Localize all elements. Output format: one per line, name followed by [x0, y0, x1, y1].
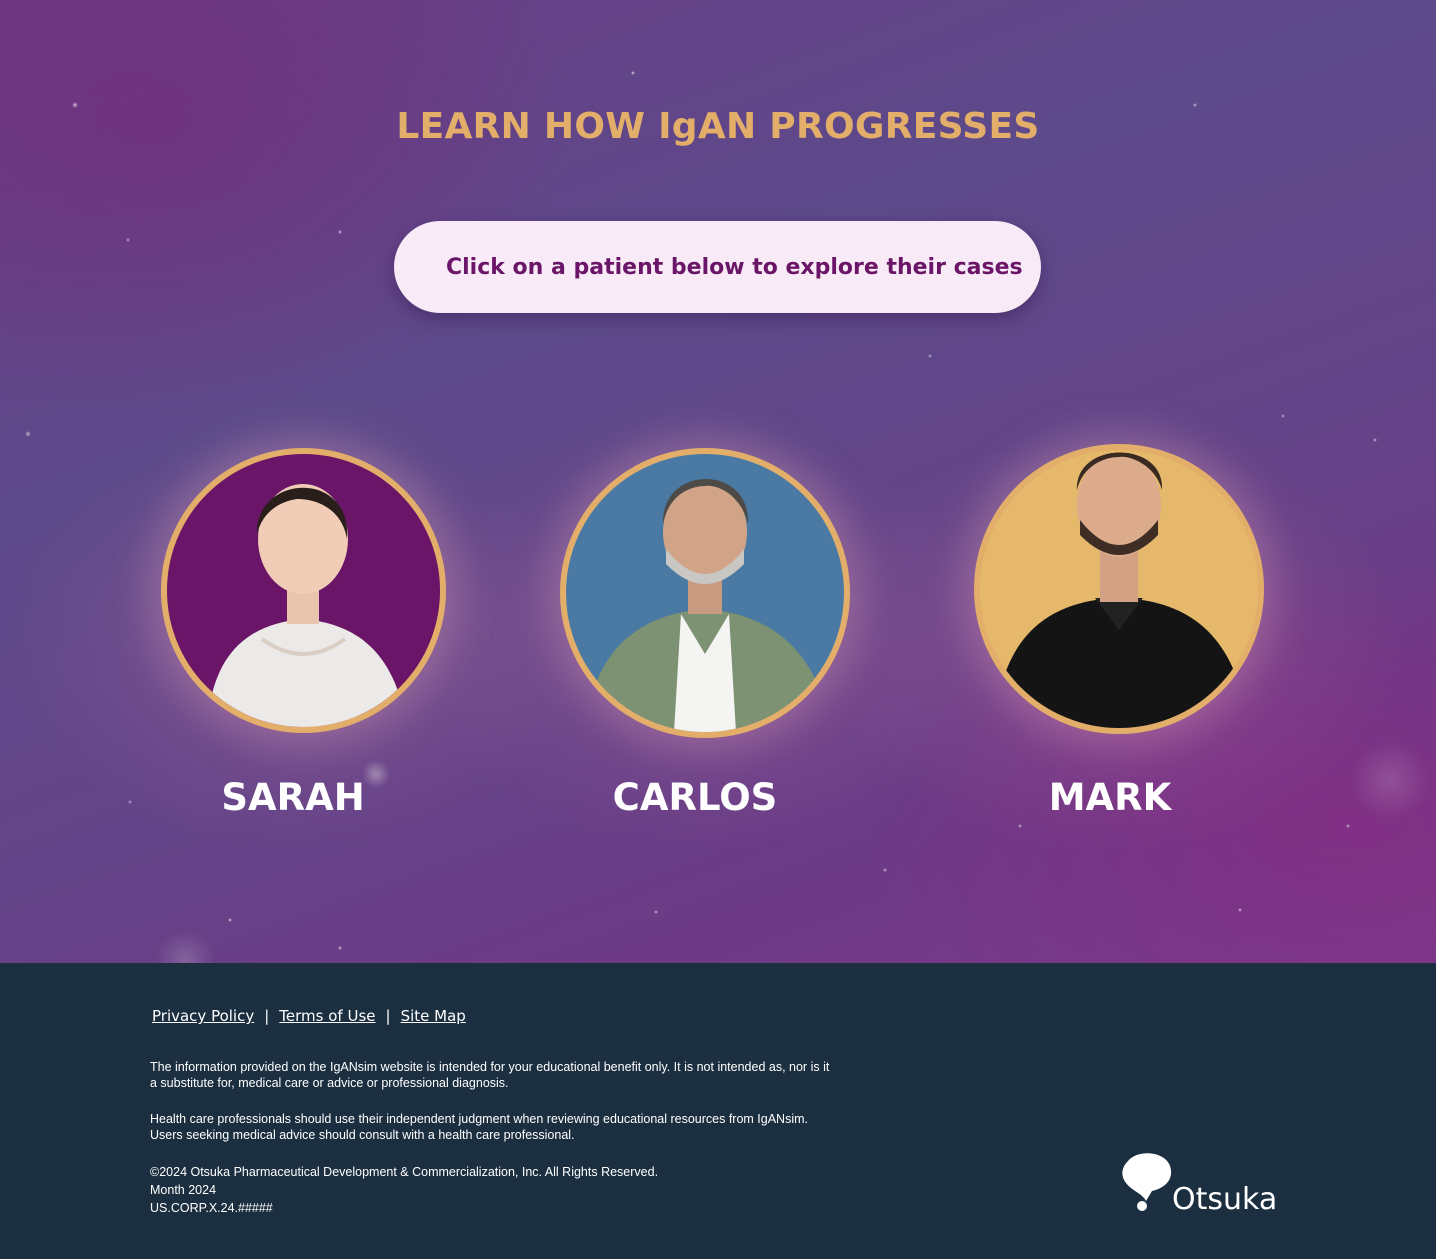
patient-name-mark[interactable]: MARK [960, 776, 1260, 819]
hero-section: LEARN HOW IgAN PROGRESSES Click on a pat… [0, 0, 1436, 963]
disclaimer-line: a substitute for, medical care or advice… [150, 1076, 509, 1090]
patient-name-sarah[interactable]: SARAH [143, 776, 443, 819]
man-portrait-icon [586, 479, 831, 732]
patient-card-carlos[interactable]: CARLOS [545, 420, 855, 840]
instruction-text: Click on a patient below to explore thei… [446, 254, 1023, 280]
patient-name-carlos[interactable]: CARLOS [545, 776, 845, 819]
footer-link-separator: | [385, 1007, 391, 1025]
man-portrait-icon [995, 452, 1248, 728]
patient-photo-carlos[interactable] [560, 448, 850, 738]
otsuka-logo-icon: Otsuka [1122, 1153, 1277, 1217]
privacy-policy-link[interactable]: Privacy Policy [152, 1007, 254, 1025]
copyright-text: ©2024 Otsuka Pharmaceutical Development … [150, 1165, 659, 1179]
disclaimer-line: The information provided on the IgANsim … [150, 1060, 830, 1074]
footer-link-separator: | [264, 1007, 270, 1025]
legal-info: ©2024 Otsuka Pharmaceutical Development … [150, 1163, 850, 1217]
job-code-text: US.CORP.X.24.##### [150, 1201, 273, 1215]
patient-card-mark[interactable]: MARK [960, 410, 1280, 840]
instruction-banner: Click on a patient below to explore thei… [394, 221, 1041, 313]
otsuka-logo-text: Otsuka [1172, 1182, 1277, 1217]
site-map-link[interactable]: Site Map [401, 1007, 466, 1025]
footer-links: Privacy Policy | Terms of Use | Site Map [152, 1007, 466, 1025]
disclaimer-professional: Health care professionals should use the… [150, 1111, 850, 1143]
footer: Privacy Policy | Terms of Use | Site Map… [0, 963, 1436, 1259]
disclaimer-educational: The information provided on the IgANsim … [150, 1059, 850, 1091]
disclaimer-line: Health care professionals should use the… [150, 1112, 809, 1126]
disclaimer-line: Users seeking medical advice should cons… [150, 1128, 575, 1142]
patient-photo-mark[interactable] [974, 444, 1264, 734]
woman-portrait-icon [207, 484, 407, 727]
page-title: LEARN HOW IgAN PROGRESSES [396, 106, 1040, 147]
date-text: Month 2024 [150, 1183, 217, 1197]
terms-of-use-link[interactable]: Terms of Use [279, 1007, 375, 1025]
otsuka-logo: Otsuka [1120, 1151, 1290, 1221]
patient-card-sarah[interactable]: SARAH [143, 420, 463, 840]
patient-photo-sarah[interactable] [161, 448, 446, 733]
